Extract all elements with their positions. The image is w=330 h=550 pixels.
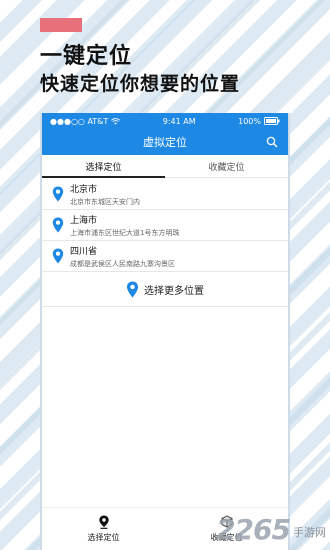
location-address: 北京市东城区天安门内 (70, 198, 140, 206)
location-pin-icon (52, 186, 64, 202)
nav-bar: 虚拟定位 (42, 129, 288, 155)
battery-level: 100% (238, 116, 261, 126)
nav-title: 虚拟定位 (143, 136, 187, 149)
location-tabs: 选择定位 收藏定位 (42, 155, 288, 178)
location-name: 北京市 (70, 185, 98, 195)
site-watermark: 2265 手游网 (216, 516, 326, 544)
location-pin-icon (126, 281, 139, 297)
wifi-icon (111, 117, 121, 125)
location-address: 上海市浦东区世纪大道1号东方明珠 (70, 229, 180, 237)
list-item[interactable]: 北京市 北京市东城区天安门内 (42, 178, 288, 210)
location-text: 四川省 成都是武侯区人民南路九寨沟景区 (70, 246, 175, 269)
tab-select-location[interactable]: 选择定位 (42, 155, 165, 178)
promo-title: 一键定位 (40, 44, 133, 69)
tab-label: 选择定位 (85, 162, 122, 173)
search-icon[interactable] (266, 136, 278, 148)
tab-favorite-locations[interactable]: 收藏定位 (165, 155, 288, 177)
location-name: 上海市 (70, 216, 98, 226)
watermark-number: 2265 (216, 513, 291, 546)
carrier-signal: ●●●○○ AT&T (50, 116, 121, 126)
bottom-tab-label: 选择定位 (87, 533, 120, 542)
battery-icon (263, 117, 280, 125)
location-address: 成都是武侯区人民南路九寨沟景区 (70, 260, 175, 268)
battery-indicator: 100% (238, 117, 280, 126)
location-pin-icon (52, 248, 64, 264)
list-item[interactable]: 四川省 成都是武侯区人民南路九寨沟景区 (42, 241, 288, 272)
bottom-tab-select-location[interactable]: 选择定位 (42, 508, 165, 550)
select-more-locations-button[interactable]: 选择更多位置 (42, 272, 288, 307)
location-name: 四川省 (70, 247, 98, 257)
location-list: 北京市 北京市东城区天安门内 上海市 上海市浦东区世纪大道1号东方明珠 四川省 … (42, 178, 288, 272)
location-pin-icon (52, 217, 64, 233)
more-button-label: 选择更多位置 (144, 285, 204, 297)
status-time: 9:41 AM (162, 116, 196, 126)
watermark-text: 手游网 (293, 526, 326, 539)
tab-label: 收藏定位 (208, 162, 245, 173)
promo-accent-bar (40, 18, 82, 32)
list-item[interactable]: 上海市 上海市浦东区世纪大道1号东方明珠 (42, 210, 288, 241)
promo-subtitle: 快速定位你想要的位置 (40, 73, 241, 95)
phone-screen: ●●●○○ AT&T 9:41 AM 100% 虚拟定位 选择定位 收藏定位 北… (40, 113, 290, 550)
status-bar: ●●●○○ AT&T 9:41 AM 100% (42, 113, 288, 129)
location-text: 上海市 上海市浦东区世纪大道1号东方明珠 (70, 215, 179, 238)
carrier-label: ●●●○○ AT&T (50, 116, 109, 126)
location-pin-icon (98, 515, 109, 529)
location-text: 北京市 北京市东城区天安门内 (70, 184, 140, 207)
